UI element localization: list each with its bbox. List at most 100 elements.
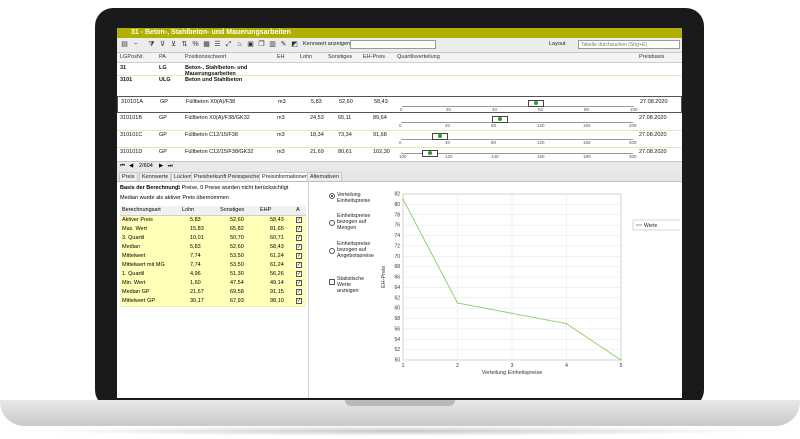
header-ehpreis[interactable]: EH-Preis [363, 54, 385, 60]
cell-eh: m3 [277, 132, 285, 138]
quartile-axis [402, 106, 634, 107]
stat-checkbox[interactable]: ✓ [296, 271, 302, 277]
grid-icon[interactable]: ▦ [202, 40, 211, 49]
table-row[interactable]: 310101C GP Füllbeton C12/15/F38 m3 18,34 73,3… [117, 130, 682, 148]
axis-tick-label: 200 [629, 123, 637, 128]
checkbox-statistik[interactable] [329, 279, 335, 285]
stat-checkbox[interactable]: ✓ [296, 262, 302, 268]
x-axis-label: Verteilung Einheitspreise [482, 370, 543, 376]
copy-icon[interactable]: ❐ [257, 40, 266, 49]
radio-verteilung[interactable] [329, 193, 335, 199]
record-position: 2/604 [139, 163, 153, 169]
tab-alternativen[interactable]: Alternativen [307, 172, 343, 181]
cell-pos: 31 [120, 65, 127, 71]
statistics-row[interactable]: Mittelwert GP 30,17 67,93 98,10 ✓ [120, 297, 306, 307]
filter-remove-icon[interactable]: ⊻ [169, 40, 178, 49]
stat-ehp: 98,10 [270, 298, 284, 304]
stat-checkbox[interactable]: ✓ [296, 280, 302, 286]
filter-icon[interactable]: ⧩ [147, 40, 156, 49]
cell-sonst: 80,61 [338, 149, 352, 155]
cell-eh: m3 [277, 149, 285, 155]
option-statistik[interactable]: Statistische Werte anzeigen [337, 276, 373, 294]
axis-tick-label: 40 [445, 123, 451, 128]
option-angebot[interactable]: Einheitspreise bezogen auf Angebotspreis… [337, 241, 374, 259]
median-note: Median wurde als aktiver Preis übernomme… [120, 195, 229, 201]
header-lgposnr[interactable]: LGPosNr. [120, 54, 144, 60]
stat-name: Mittelwert mit MG [122, 262, 165, 268]
data-point [402, 198, 404, 200]
next-record-icon[interactable]: ▶ [159, 163, 163, 169]
stat-checkbox[interactable]: ✓ [296, 253, 302, 259]
stat-checkbox[interactable]: ✓ [296, 289, 302, 295]
stat-checkbox[interactable]: ✓ [296, 226, 302, 232]
radio-angebot[interactable] [329, 248, 335, 254]
header-text[interactable]: Positionsschwort [185, 54, 226, 60]
expand-icon[interactable]: ⤢ [224, 40, 233, 49]
first-record-icon[interactable]: ⏮ [120, 163, 125, 170]
option-verteilung[interactable]: Verteilung Einheitspreise [337, 192, 371, 204]
axis-tick-label: 160 [583, 123, 591, 128]
stat-ehp: 49,14 [270, 280, 284, 286]
stat-checkbox[interactable]: ✓ [296, 235, 302, 241]
stat-checkbox[interactable]: ✓ [296, 217, 302, 223]
home-icon[interactable]: ⌂ [235, 40, 244, 49]
stat-ehp: 58,43 [270, 217, 284, 223]
header-preisbasis[interactable]: Preisbasis [639, 54, 664, 60]
header-ehp: EHP [260, 207, 272, 213]
axis-tick-label: 40 [445, 140, 451, 145]
cell-pa: GP [159, 149, 167, 155]
filter-add-icon[interactable]: ⊽ [158, 40, 167, 49]
option-mengen[interactable]: Einheitspreise bezogen auf Mengen [337, 213, 373, 231]
header-sonstiges[interactable]: Sonstiges [328, 54, 352, 60]
radio-mengen[interactable] [329, 220, 335, 226]
stat-checkbox[interactable]: ✓ [296, 244, 302, 250]
cell-basis: 27.08.2020 [639, 149, 667, 155]
x-tick-label: 4 [565, 363, 568, 369]
table-row[interactable]: 3101 ULG Beton und Stahlbeton [117, 75, 682, 97]
percent-icon[interactable]: % [191, 40, 200, 49]
stat-lohn: 5,83 [190, 244, 201, 250]
header-lohn[interactable]: Lohn [300, 54, 312, 60]
calendar-icon[interactable]: ▣ [246, 40, 255, 49]
stat-sonst: 47,54 [230, 280, 244, 286]
table-row[interactable]: 310101B GP Füllbeton X0(A)/F38/GK32 m3 24,53… [117, 113, 682, 131]
stat-checkbox[interactable]: ✓ [296, 298, 302, 304]
quartile-axis [401, 122, 633, 123]
last-record-icon[interactable]: ⏭ [168, 163, 173, 170]
tab-kennwerte[interactable]: Kennwerte [139, 172, 172, 181]
stat-name: Median GP [122, 289, 150, 295]
header-eh[interactable]: EH [277, 54, 285, 60]
edit-icon[interactable]: ✎ [279, 40, 288, 49]
cell-lohn: 24,53 [310, 115, 324, 121]
y-axis-label: EH-Preis [381, 266, 387, 288]
table-row[interactable]: 310101D GP Füllbeton C12/15/F38/GK32 m3 21,6… [117, 147, 682, 162]
tab-preisinformationen[interactable]: Preisinformationen [259, 172, 311, 181]
sort-icon[interactable]: ⇅ [180, 40, 189, 49]
stat-sonst: 52,60 [230, 244, 244, 250]
stat-ehp: 91,15 [270, 289, 284, 295]
table-row[interactable]: 310101A GP Füllbeton X0(A)/F38 m3 5,83 52,60 5… [117, 96, 682, 113]
list-icon[interactable]: ☰ [213, 40, 222, 49]
layout-label[interactable]: Layout [549, 40, 566, 49]
panel-divider [308, 182, 309, 398]
tab-preisherkunft[interactable]: Preisherkunft Preisspeicher [191, 172, 265, 181]
axis-tick-label: 120 [445, 154, 453, 159]
header-quartil[interactable]: Quartilsverteilung [397, 54, 440, 60]
axis-tick-label: 40 [492, 107, 498, 112]
search-input[interactable]: Tabelle durchsuchen (Strg+E) [578, 40, 680, 49]
row-highlight [637, 63, 682, 75]
prev-record-icon[interactable]: ◀ [129, 163, 133, 169]
y-tick-label: 60 [394, 306, 400, 312]
y-tick-label: 72 [394, 243, 400, 249]
chart-icon[interactable]: ◩ [290, 40, 299, 49]
kennwert-select[interactable] [350, 40, 436, 49]
header-pa[interactable]: PA [159, 54, 166, 60]
tab-preis[interactable]: Preis [119, 172, 138, 181]
cell-pa: GP [159, 132, 167, 138]
table-icon[interactable]: ▥ [268, 40, 277, 49]
cell-pa: GP [159, 115, 167, 121]
minus-icon[interactable]: − [131, 40, 140, 49]
header-lohn: Lohn [182, 207, 195, 213]
print-icon[interactable]: ▤ [120, 40, 129, 49]
legend-label: Werte [644, 223, 657, 229]
